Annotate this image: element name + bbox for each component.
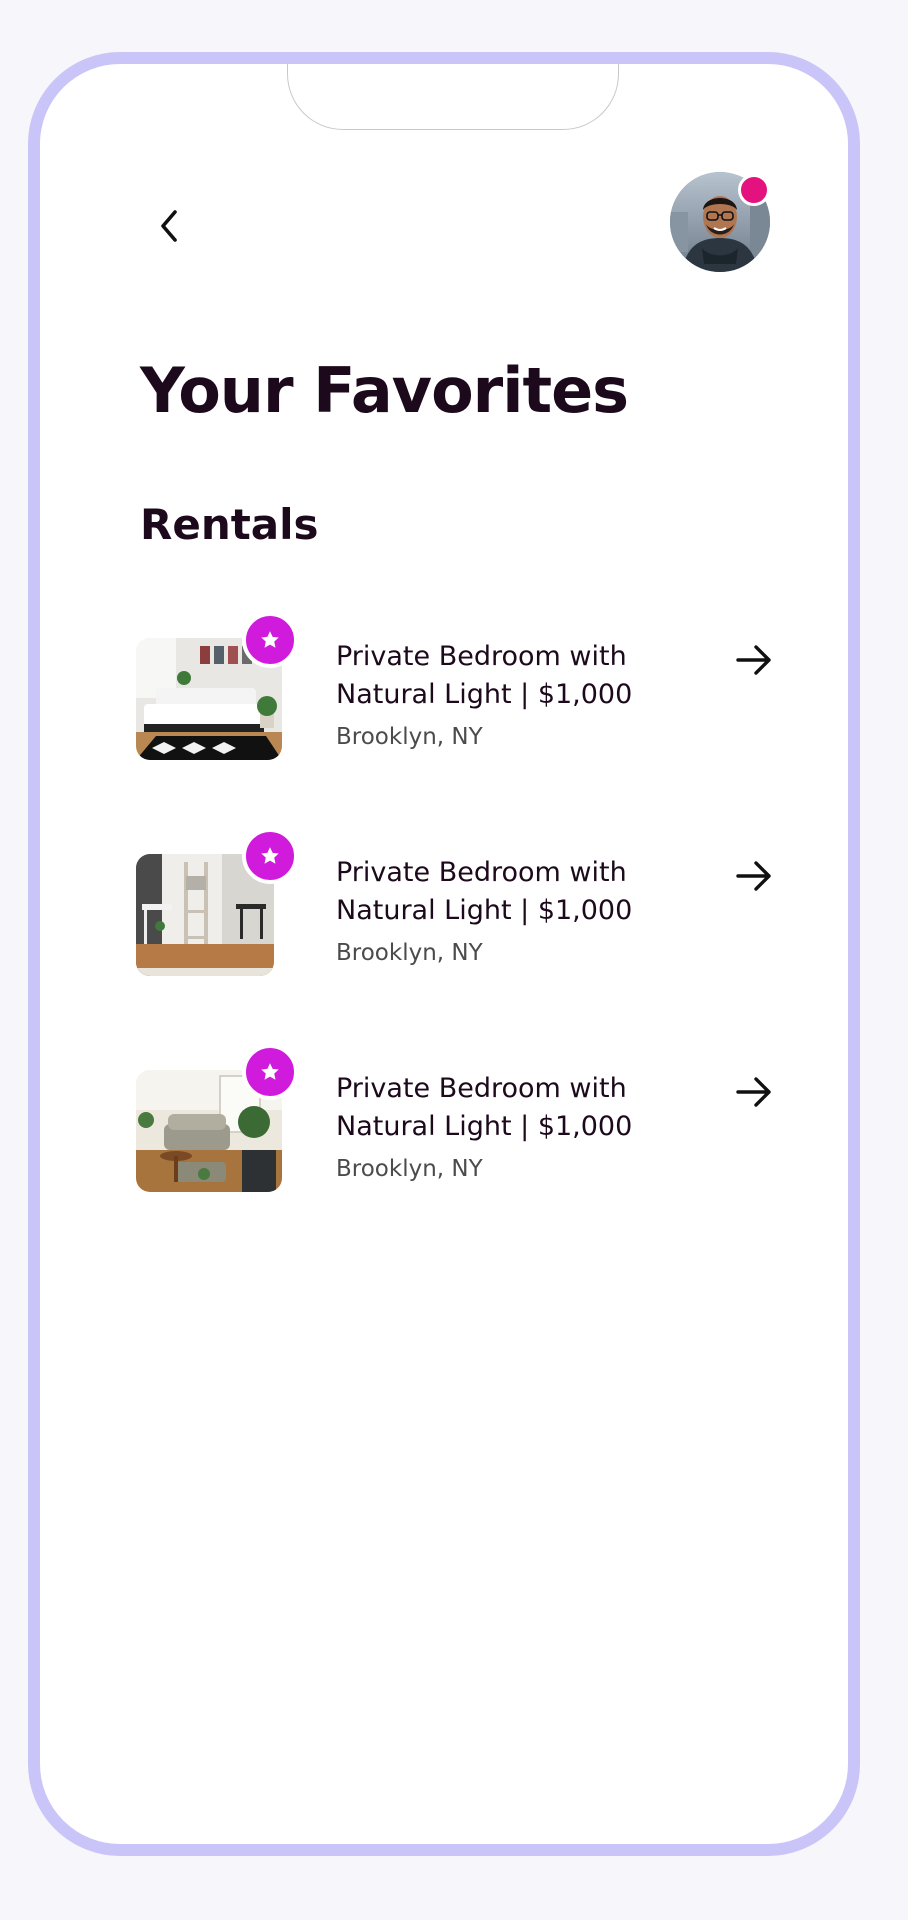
rental-location: Brooklyn, NY [336, 724, 483, 750]
rental-card[interactable]: Private Bedroom with Natural Light | $1,… [136, 828, 776, 976]
rental-location: Brooklyn, NY [336, 940, 483, 966]
star-icon [261, 847, 279, 864]
page-title: Your Favorites [140, 354, 629, 427]
rental-title: Private Bedroom with Natural Light | $1,… [336, 857, 633, 926]
arrow-right-icon [736, 1077, 771, 1107]
back-button[interactable] [144, 200, 196, 252]
open-rental-button[interactable] [732, 854, 776, 898]
arrow-right-icon [736, 645, 771, 675]
section-title-rentals: Rentals [140, 500, 319, 549]
favorite-star-button[interactable] [242, 828, 298, 884]
rental-title: Private Bedroom with Natural Light | $1,… [336, 641, 633, 710]
phone-frame: Your Favorites Rentals Private Bedroom w… [28, 52, 860, 1856]
app-canvas: Your Favorites Rentals Private Bedroom w… [0, 0, 908, 1920]
arrow-right-icon [736, 861, 771, 891]
open-rental-button[interactable] [732, 638, 776, 682]
rental-card[interactable]: Private Bedroom with Natural Light | $1,… [136, 1044, 776, 1192]
rental-card[interactable]: Private Bedroom with Natural Light | $1,… [136, 612, 776, 760]
open-rental-button[interactable] [732, 1070, 776, 1114]
rental-title: Private Bedroom with Natural Light | $1,… [336, 1073, 633, 1142]
device-notch [287, 64, 619, 130]
favorite-star-button[interactable] [242, 1044, 298, 1100]
profile-avatar-button[interactable] [670, 172, 774, 276]
favorite-star-button[interactable] [242, 612, 298, 668]
notification-dot [738, 174, 770, 206]
star-icon [261, 1063, 279, 1080]
rental-location: Brooklyn, NY [336, 1156, 483, 1182]
chevron-left-icon [161, 210, 177, 242]
star-icon [261, 631, 279, 648]
